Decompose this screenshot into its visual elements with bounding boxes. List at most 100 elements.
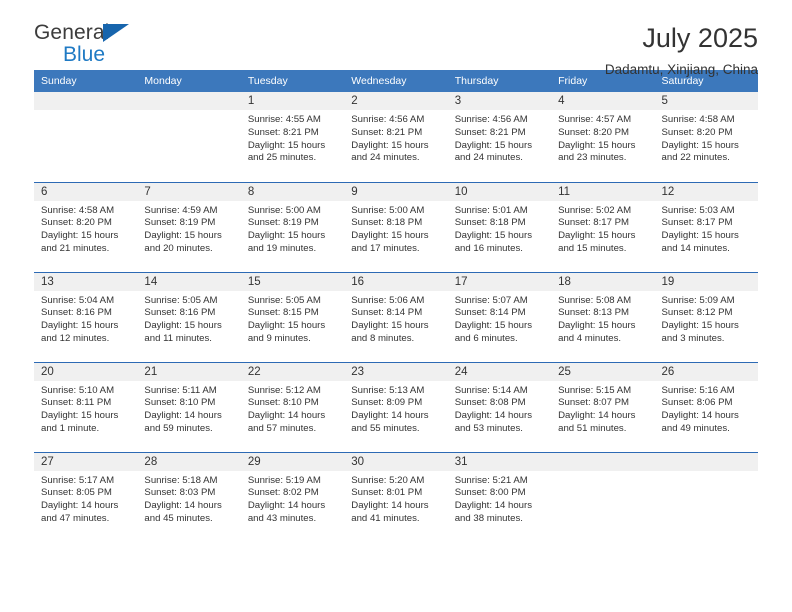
sunset-text: Sunset: 8:21 PM: [351, 126, 423, 138]
day-number: 3: [447, 92, 552, 110]
day-cell-content: 31 Sunrise: 5:21 AM Sunset: 8:00 PM Dayligh…: [447, 452, 552, 543]
sunset-text: Sunset: 8:20 PM: [558, 126, 630, 138]
sunrise-text: Sunrise: 4:55 AM: [247, 114, 321, 125]
calendar-day-cell[interactable]: 11 Sunrise: 5:02 AM Sunset: 8:17 PM Dayligh…: [551, 181, 655, 272]
calendar-day-cell[interactable]: 10 Sunrise: 5:01 AM Sunset: 8:18 PM Dayligh…: [447, 181, 552, 272]
day-number: 6: [34, 182, 138, 201]
sunset-text: Sunset: 8:16 PM: [41, 307, 112, 319]
calendar-day-cell[interactable]: 12 Sunrise: 5:03 AM Sunset: 8:17 PM Dayligh…: [654, 181, 758, 272]
calendar-day-cell[interactable]: 27 Sunrise: 5:17 AM Sunset: 8:05 PM Dayligh…: [34, 451, 138, 543]
calendar-day-cell[interactable]: 13 Sunrise: 5:04 AM Sunset: 8:16 PM Dayligh…: [34, 271, 138, 362]
calendar-day-cell[interactable]: 28 Sunrise: 5:18 AM Sunset: 8:03 PM Dayligh…: [137, 451, 241, 542]
sunset-text: Sunset: 8:12 PM: [661, 307, 733, 319]
calendar-day-cell[interactable]: 16 Sunrise: 5:06 AM Sunset: 8:14 PM Dayligh…: [344, 271, 448, 362]
calendar-day-cell[interactable]: 7 Sunrise: 4:59 AM Sunset: 8:19 PM Daylight…: [137, 181, 241, 272]
day-number: 22: [240, 362, 345, 381]
calendar-week-row: 13 Sunrise: 5:04 AM Sunset: 8:16 PM Dayligh…: [34, 271, 758, 362]
sunset-text: Sunset: 8:18 PM: [351, 217, 423, 229]
sunset-text: Sunset: 8:17 PM: [558, 217, 630, 229]
daylight-text: Daylight: 15 hours and 19 minutes.: [247, 230, 326, 254]
sunset-text: Sunset: 8:06 PM: [661, 397, 733, 409]
day-events: Sunrise: 4:56 AM Sunset: 8:21 PM Daylight:…: [448, 110, 551, 165]
day-events: Sunrise: 5:16 AM Sunset: 8:06 PM Daylight:…: [655, 381, 758, 436]
day-events: Sunrise: 4:56 AM Sunset: 8:21 PM Daylight:…: [344, 110, 447, 165]
calendar-day-cell[interactable]: 24 Sunrise: 5:14 AM Sunset: 8:08 PM Dayligh…: [447, 361, 552, 452]
daylight-text: Daylight: 15 hours and 12 minutes.: [41, 320, 119, 344]
sunrise-text: Sunrise: 5:04 AM: [41, 294, 115, 306]
calendar-day-cell[interactable]: 2 Sunrise: 4:56 AM Sunset: 8:21 PM Daylight…: [344, 92, 448, 182]
calendar-day-cell[interactable]: 25 Sunrise: 5:15 AM Sunset: 8:07 PM Dayligh…: [551, 361, 655, 452]
sunset-text: Sunset: 8:17 PM: [661, 217, 733, 229]
calendar-day-cell[interactable]: 26 Sunrise: 5:16 AM Sunset: 8:06 PM Dayligh…: [654, 361, 758, 452]
day-cell-content: 19 Sunrise: 5:09 AM Sunset: 8:12 PM Dayligh…: [654, 272, 758, 362]
sunset-text: Sunset: 8:07 PM: [558, 397, 630, 409]
day-cell-content: 27 Sunrise: 5:17 AM Sunset: 8:05 PM Dayligh…: [34, 452, 138, 543]
weekday-header-thursday: Thursday: [447, 70, 552, 92]
day-events: Sunrise: 4:57 AM Sunset: 8:20 PM Daylight:…: [551, 110, 654, 165]
calendar-day-cell[interactable]: 6 Sunrise: 4:58 AM Sunset: 8:20 PM Daylight…: [34, 181, 138, 272]
calendar-week-row: 27 Sunrise: 5:17 AM Sunset: 8:05 PM Dayligh…: [34, 451, 758, 543]
calendar-day-cell[interactable]: 22 Sunrise: 5:12 AM Sunset: 8:10 PM Dayligh…: [240, 361, 345, 452]
calendar-day-cell[interactable]: 20 Sunrise: 5:10 AM Sunset: 8:11 PM Dayligh…: [34, 361, 138, 452]
calendar-day-cell[interactable]: 15 Sunrise: 5:05 AM Sunset: 8:15 PM Dayligh…: [240, 271, 345, 362]
daylight-text: Daylight: 14 hours and 55 minutes.: [351, 410, 429, 434]
daylight-text: Daylight: 15 hours and 16 minutes.: [454, 230, 533, 254]
day-events: Sunrise: 5:15 AM Sunset: 8:07 PM Daylight:…: [551, 381, 654, 436]
daylight-text: Daylight: 15 hours and 20 minutes.: [144, 230, 222, 254]
day-cell-content: [34, 92, 138, 182]
calendar-day-cell[interactable]: 30 Sunrise: 5:20 AM Sunset: 8:01 PM Dayligh…: [344, 451, 448, 542]
daylight-text: Daylight: 14 hours and 45 minutes.: [144, 500, 222, 524]
daylight-text: Daylight: 15 hours and 23 minutes.: [558, 139, 636, 164]
day-cell-content: 11 Sunrise: 5:02 AM Sunset: 8:17 PM Dayligh…: [551, 182, 655, 272]
calendar-week-row: 20 Sunrise: 5:10 AM Sunset: 8:11 PM Dayligh…: [34, 361, 758, 452]
day-number: 10: [447, 182, 552, 201]
logo-triangle-icon: [103, 24, 129, 42]
calendar-day-cell[interactable]: 19 Sunrise: 5:09 AM Sunset: 8:12 PM Dayligh…: [654, 271, 758, 362]
calendar-day-cell[interactable]: 8 Sunrise: 5:00 AM Sunset: 8:19 PM Daylight…: [240, 181, 345, 272]
logo-text-general: General: [34, 21, 110, 44]
day-events: Sunrise: 5:18 AM Sunset: 8:03 PM Daylight:…: [137, 471, 240, 526]
calendar-day-cell[interactable]: 17 Sunrise: 5:07 AM Sunset: 8:14 PM Dayligh…: [447, 271, 552, 362]
day-events: Sunrise: 5:06 AM Sunset: 8:14 PM Daylight:…: [344, 291, 447, 346]
day-events: Sunrise: 5:08 AM Sunset: 8:13 PM Daylight:…: [551, 291, 654, 346]
day-number: [137, 92, 241, 110]
calendar-day-cell[interactable]: 23 Sunrise: 5:13 AM Sunset: 8:09 PM Dayligh…: [344, 361, 448, 452]
sunset-text: Sunset: 8:16 PM: [144, 307, 216, 319]
daylight-text: Daylight: 15 hours and 21 minutes.: [41, 230, 119, 254]
day-number: 4: [551, 92, 655, 110]
calendar-day-cell[interactable]: 9 Sunrise: 5:00 AM Sunset: 8:18 PM Daylight…: [344, 181, 448, 272]
weekday-header-sunday: Sunday: [34, 70, 138, 92]
calendar-day-cell[interactable]: 18 Sunrise: 5:08 AM Sunset: 8:13 PM Dayligh…: [551, 271, 655, 362]
daylight-text: Daylight: 15 hours and 1 minute.: [41, 410, 119, 434]
calendar-day-cell[interactable]: 5 Sunrise: 4:58 AM Sunset: 8:20 PM Daylight…: [654, 92, 758, 182]
calendar-day-cell[interactable]: 3 Sunrise: 4:56 AM Sunset: 8:21 PM Daylight…: [447, 92, 552, 182]
day-number: 26: [654, 362, 758, 381]
daylight-text: Daylight: 15 hours and 4 minutes.: [558, 320, 636, 344]
day-number: 9: [344, 182, 448, 201]
daylight-text: Daylight: 14 hours and 47 minutes.: [41, 500, 119, 524]
day-number: 15: [240, 272, 345, 291]
calendar-day-cell[interactable]: 4 Sunrise: 4:57 AM Sunset: 8:20 PM Daylight…: [551, 92, 655, 182]
calendar-day-cell[interactable]: 1 Sunrise: 4:55 AM Sunset: 8:21 PM Daylight…: [240, 92, 345, 182]
sunrise-text: Sunrise: 5:20 AM: [351, 474, 425, 486]
day-cell-content: 18 Sunrise: 5:08 AM Sunset: 8:13 PM Dayligh…: [551, 272, 655, 362]
daylight-text: Daylight: 15 hours and 14 minutes.: [661, 230, 739, 254]
page-title: July 2025: [642, 23, 758, 53]
weekday-header-wednesday: Wednesday: [344, 70, 448, 92]
day-cell-content: 7 Sunrise: 4:59 AM Sunset: 8:19 PM Daylight…: [137, 182, 241, 272]
daylight-text: Daylight: 15 hours and 11 minutes.: [144, 320, 222, 344]
day-events: Sunrise: 5:03 AM Sunset: 8:17 PM Daylight:…: [655, 201, 758, 256]
sunrise-text: Sunrise: 5:03 AM: [661, 204, 735, 216]
day-cell-content: 8 Sunrise: 5:00 AM Sunset: 8:19 PM Daylight…: [240, 182, 345, 272]
sunrise-text: Sunrise: 5:19 AM: [247, 474, 321, 486]
calendar-grid: Sunday Monday Tuesday Wednesday Thursday Frid…: [34, 70, 758, 542]
sunset-text: Sunset: 8:01 PM: [351, 487, 423, 499]
calendar-day-cell[interactable]: 29 Sunrise: 5:19 AM Sunset: 8:02 PM Dayligh…: [240, 451, 345, 542]
calendar-day-cell[interactable]: 31 Sunrise: 5:21 AM Sunset: 8:00 PM Dayligh…: [447, 451, 552, 543]
sunset-text: Sunset: 8:21 PM: [247, 126, 319, 138]
day-events: Sunrise: 5:09 AM Sunset: 8:12 PM Daylight:…: [655, 291, 758, 346]
day-number: 13: [34, 272, 138, 291]
generalblue-logo[interactable]: General Blue: [34, 22, 164, 70]
calendar-day-cell[interactable]: 14 Sunrise: 5:05 AM Sunset: 8:16 PM Dayligh…: [137, 271, 241, 362]
calendar-day-cell[interactable]: 21 Sunrise: 5:11 AM Sunset: 8:10 PM Dayligh…: [137, 361, 241, 452]
